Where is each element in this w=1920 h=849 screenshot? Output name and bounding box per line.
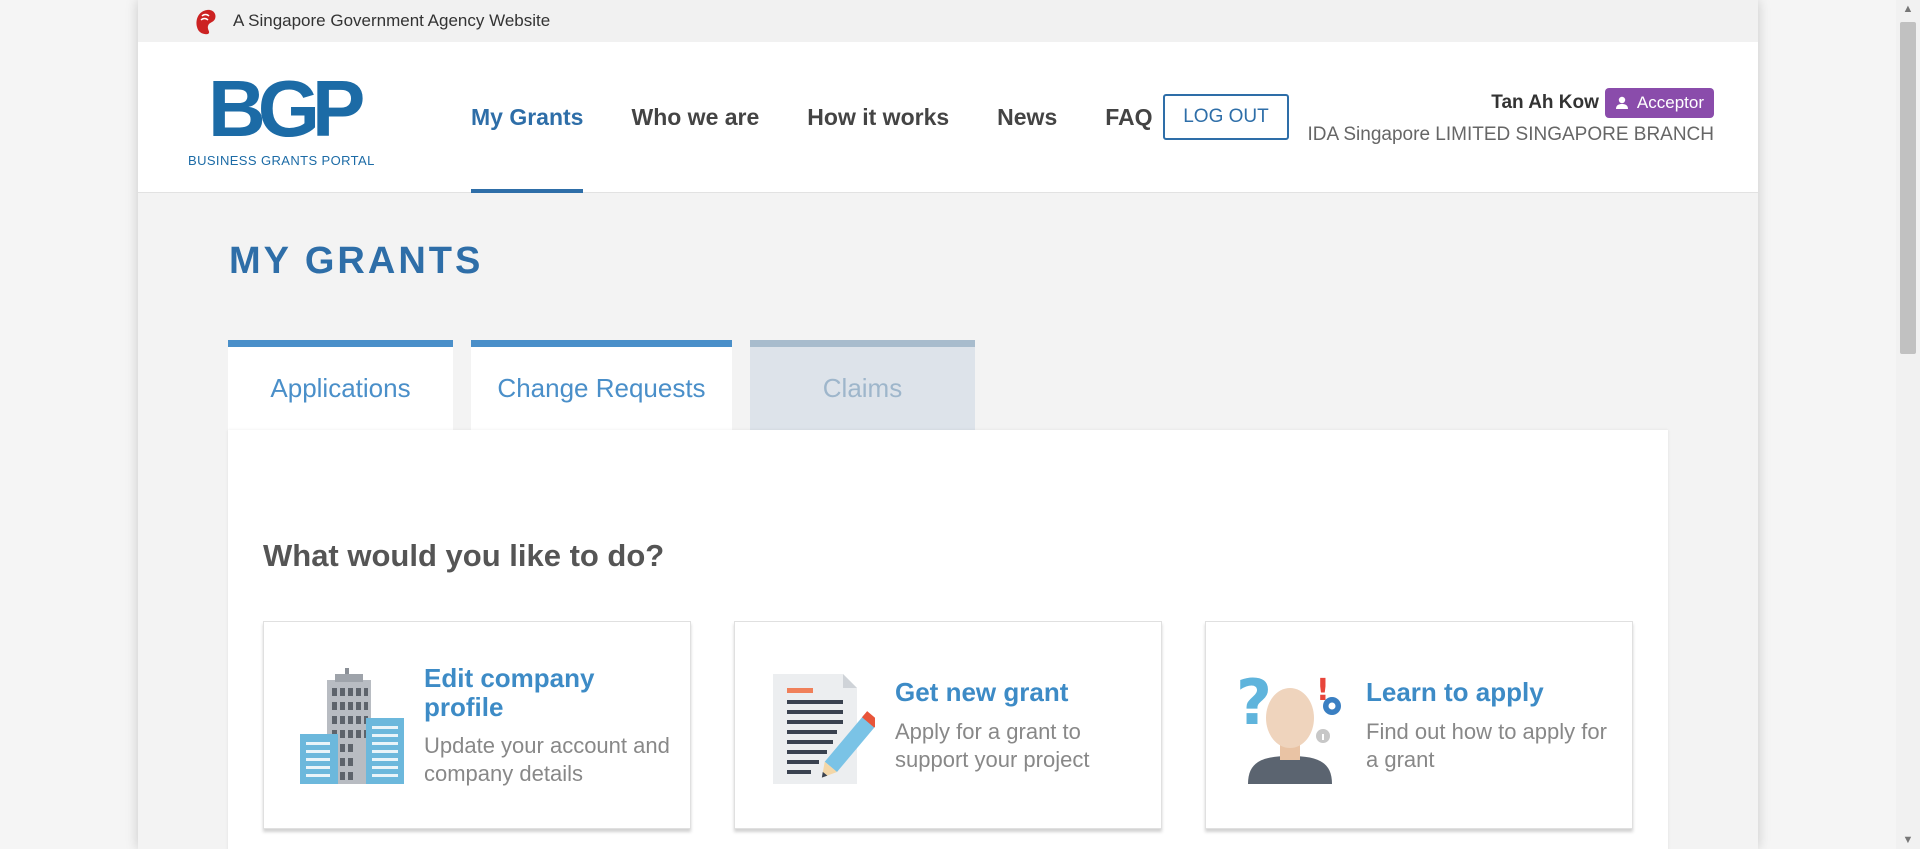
building-icon: [300, 668, 404, 784]
role-label: Acceptor: [1636, 93, 1704, 112]
actions-heading: What would you like to do?: [263, 538, 665, 573]
card-description: Apply for a grant to support your projec…: [895, 719, 1090, 772]
scrollbar-thumb[interactable]: [1900, 22, 1916, 354]
gov-masthead: A Singapore Government Agency Website: [138, 0, 1758, 42]
nav-how-it-works[interactable]: How it works: [807, 42, 949, 192]
tab-applications[interactable]: Applications: [228, 340, 453, 430]
person-question-icon: ? !: [1236, 666, 1341, 784]
gov-agency-text: A Singapore Government Agency Website: [233, 11, 551, 30]
card-title: Edit company profile: [424, 663, 595, 722]
organization-name: IDA Singapore LIMITED SINGAPORE BRANCH: [1307, 124, 1714, 145]
logo-subtitle: BUSINESS GRANTS PORTAL: [188, 153, 375, 168]
nav-faq[interactable]: FAQ: [1105, 42, 1152, 192]
logout-button[interactable]: LOG OUT: [1163, 94, 1289, 140]
person-icon: [1615, 96, 1628, 109]
vertical-scrollbar[interactable]: ▲ ▼: [1896, 0, 1920, 849]
card-description: Update your account and company details: [424, 733, 670, 786]
site-header: BGP BUSINESS GRANTS PORTAL My Grants Who…: [138, 42, 1758, 193]
card-description: Find out how to apply for a grant: [1366, 719, 1607, 772]
scroll-up-arrow-icon[interactable]: ▲: [1896, 0, 1920, 18]
card-title: Get new grant: [895, 677, 1069, 707]
lion-head-icon: [196, 9, 216, 35]
actions-panel: What would you like to do? Edit company …: [228, 430, 1668, 849]
tab-claims[interactable]: Claims: [750, 340, 975, 430]
nav-my-grants[interactable]: My Grants: [471, 42, 584, 193]
document-pencil-icon: [773, 674, 875, 784]
tab-change-requests[interactable]: Change Requests: [471, 340, 732, 430]
nav-news[interactable]: News: [997, 42, 1057, 192]
scroll-down-arrow-icon[interactable]: ▼: [1896, 831, 1920, 849]
user-info: Tan Ah Kow Acceptor IDA Singapore LIMITE…: [1307, 88, 1714, 146]
role-badge: Acceptor: [1604, 88, 1714, 118]
edit-company-profile-card[interactable]: Edit company profile Update your account…: [263, 621, 691, 829]
main-nav: My Grants Who we are How it works News F…: [471, 42, 1201, 193]
user-name: Tan Ah Kow: [1491, 92, 1599, 113]
learn-to-apply-card[interactable]: ? ! Learn to apply Find out how to apply…: [1205, 621, 1633, 829]
bgp-logo[interactable]: BGP BUSINESS GRANTS PORTAL: [188, 69, 378, 169]
page-container: A Singapore Government Agency Website BG…: [138, 0, 1758, 849]
get-new-grant-card[interactable]: Get new grant Apply for a grant to suppo…: [734, 621, 1162, 829]
card-title: Learn to apply: [1366, 677, 1544, 707]
svg-text:?: ?: [1236, 666, 1272, 739]
logo-mark: BGP: [208, 64, 365, 153]
page-title: MY GRANTS: [229, 240, 484, 282]
nav-who-we-are[interactable]: Who we are: [631, 42, 759, 192]
